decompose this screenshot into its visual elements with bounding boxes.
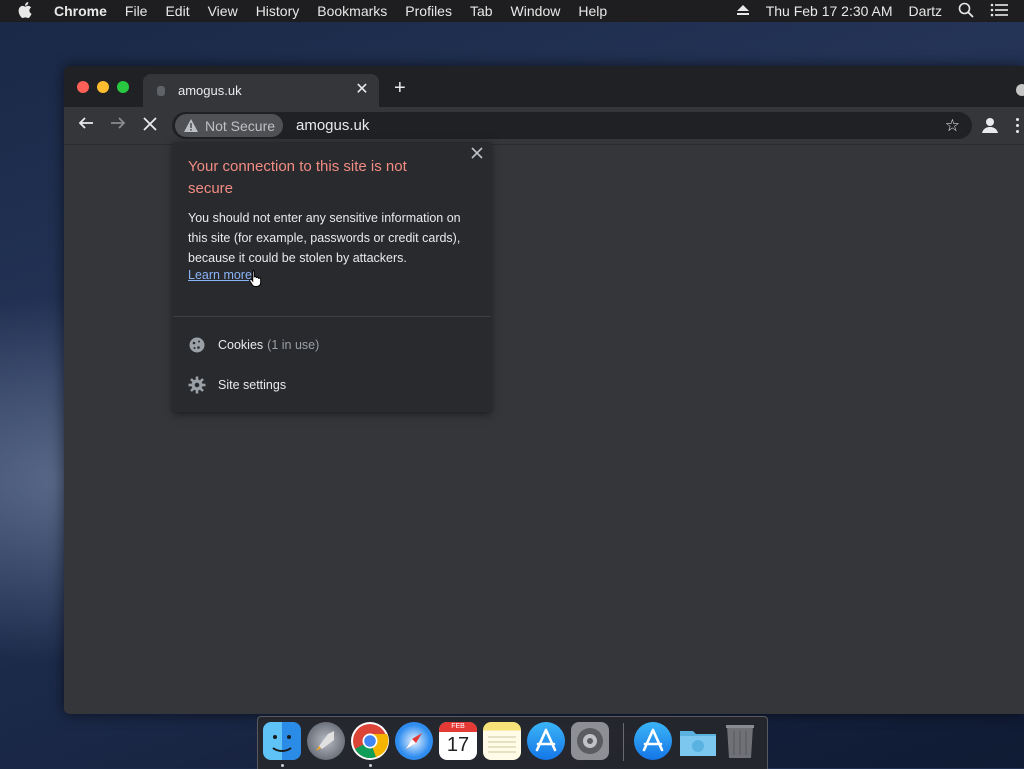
site-settings-row[interactable]: Site settings	[188, 375, 286, 395]
url-text[interactable]: amogus.uk	[296, 117, 369, 134]
tab-title: amogus.uk	[178, 83, 242, 98]
new-tab-button[interactable]: +	[394, 77, 406, 100]
maximize-window-button[interactable]	[117, 81, 129, 93]
security-chip[interactable]: Not Secure	[175, 114, 283, 137]
menu-file[interactable]: File	[125, 3, 148, 19]
learn-more-link[interactable]: Learn more	[188, 268, 252, 282]
menu-tab[interactable]: Tab	[470, 3, 493, 19]
security-chip-label: Not Secure	[205, 118, 276, 134]
menu-edit[interactable]: Edit	[165, 3, 189, 19]
app-store-downloads-icon[interactable]	[634, 722, 672, 760]
chrome-menu-icon[interactable]	[1016, 118, 1020, 136]
eject-icon[interactable]	[736, 3, 750, 19]
calendar-month: FEB	[439, 722, 477, 732]
notification-center-icon[interactable]	[990, 3, 1008, 20]
calendar-icon[interactable]: FEB 17	[439, 722, 477, 760]
site-info-popup: Your connection to this site is not secu…	[173, 142, 491, 412]
warning-icon	[183, 118, 199, 136]
tab-strip: amogus.uk ✕ +	[64, 66, 1024, 107]
launchpad-icon[interactable]	[307, 722, 345, 760]
gear-icon	[188, 376, 206, 394]
menu-bookmarks[interactable]: Bookmarks	[317, 3, 387, 19]
popup-close-icon[interactable]	[471, 146, 483, 164]
safari-icon[interactable]	[395, 722, 433, 760]
menubar-clock[interactable]: Thu Feb 17 2:30 AM	[766, 3, 893, 19]
tab-favicon-icon	[157, 86, 165, 96]
downloads-folder-icon[interactable]	[678, 722, 716, 760]
apple-menu-icon[interactable]	[18, 1, 36, 21]
close-window-button[interactable]	[77, 81, 89, 93]
minimize-window-button[interactable]	[97, 81, 109, 93]
menu-window[interactable]: Window	[511, 3, 561, 19]
cookies-detail: (1 in use)	[267, 338, 320, 352]
popup-divider	[173, 316, 491, 317]
back-button[interactable]	[76, 115, 96, 135]
notes-icon[interactable]	[483, 722, 521, 760]
chrome-icon[interactable]	[351, 722, 389, 760]
finder-icon[interactable]	[263, 722, 301, 760]
cookies-label: Cookies	[218, 338, 264, 352]
popup-title: Your connection to this site is not secu…	[188, 158, 407, 197]
menu-help[interactable]: Help	[578, 3, 607, 19]
omnibox[interactable]: Not Secure amogus.uk ☆	[172, 112, 972, 139]
toolbar: Not Secure amogus.uk ☆	[64, 107, 1024, 144]
tab-search-icon[interactable]	[1016, 84, 1024, 96]
spotlight-search-icon[interactable]	[958, 2, 974, 21]
chrome-running-indicator	[369, 764, 372, 767]
menu-bar: Chrome File Edit View History Bookmarks …	[0, 0, 1024, 22]
stop-loading-button[interactable]	[140, 115, 160, 135]
app-store-icon[interactable]	[527, 722, 565, 760]
menu-profiles[interactable]: Profiles	[405, 3, 452, 19]
profile-avatar-icon[interactable]	[980, 115, 1000, 135]
finder-running-indicator	[281, 764, 284, 767]
menu-app-name[interactable]: Chrome	[54, 3, 107, 19]
dock-separator	[623, 723, 624, 761]
tab-amogus[interactable]: amogus.uk ✕	[143, 74, 379, 107]
cookie-icon	[188, 336, 206, 354]
calendar-day: 17	[446, 734, 470, 756]
trash-icon[interactable]	[724, 722, 762, 760]
bookmark-star-icon[interactable]: ☆	[945, 116, 960, 136]
tab-close-icon[interactable]: ✕	[353, 79, 371, 99]
forward-button[interactable]	[108, 115, 128, 135]
cookies-row[interactable]: Cookies (1 in use)	[188, 335, 319, 355]
popup-body: You should not enter any sensitive infor…	[188, 211, 461, 265]
site-settings-label: Site settings	[218, 378, 287, 392]
hand-pointer-cursor-icon	[249, 269, 263, 292]
menu-view[interactable]: View	[208, 3, 238, 19]
dock: FEB 17	[257, 716, 768, 769]
menu-history[interactable]: History	[256, 3, 300, 19]
menubar-user[interactable]: Dartz	[909, 3, 942, 19]
system-preferences-icon[interactable]	[571, 722, 609, 760]
